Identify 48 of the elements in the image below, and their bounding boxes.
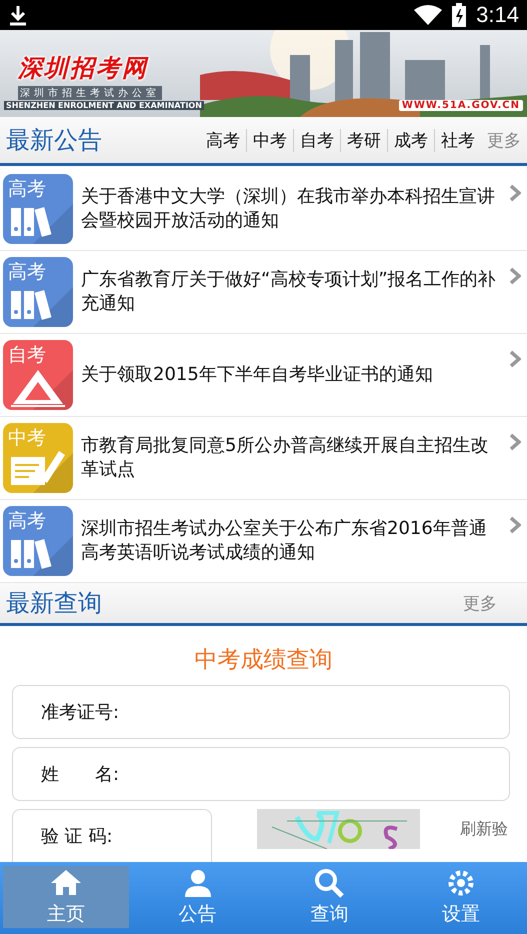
wifi-icon <box>414 4 442 26</box>
category-link[interactable]: 自考 <box>293 128 340 152</box>
refresh-captcha-link[interactable]: 刷新验 <box>460 819 508 840</box>
chevron-icon <box>509 267 521 285</box>
notice-title: 深圳市招生考试办公室关于公布广东省2016年普通高考英语听说考试成绩的通知 <box>81 517 488 565</box>
category-icon <box>3 340 73 410</box>
notice-item[interactable]: 高考 关于香港中文大学（深圳）在我市举办本科招生宣讲会暨校园开放活动的通知 <box>0 168 527 251</box>
category-label: 高考 <box>8 177 46 201</box>
form-title: 中考成绩查询 <box>194 646 334 675</box>
category-label: 自考 <box>8 343 46 367</box>
battery-icon <box>452 3 466 27</box>
category-link[interactable]: 成考 <box>387 128 434 152</box>
category-icon <box>3 174 73 244</box>
notice-title: 广东省教育厅关于做好“高校专项计划”报名工作的补充通知 <box>81 268 497 316</box>
section-title: 最新查询 <box>6 588 103 619</box>
chevron-icon <box>509 350 521 368</box>
notice-item[interactable]: 高考 深圳市招生考试办公室关于公布广东省2016年普通高考英语听说考试成绩的通知 <box>0 500 527 583</box>
chevron-icon <box>509 433 521 451</box>
site-logo: 深圳招考网 <box>18 52 148 84</box>
category-icon <box>3 423 73 493</box>
site-url: WWW.51A.GOV.CN <box>398 100 523 111</box>
category-icon <box>3 257 73 327</box>
notice-title: 关于香港中文大学（深圳）在我市举办本科招生宣讲会暨校园开放活动的通知 <box>81 185 496 233</box>
chevron-icon <box>509 184 521 202</box>
category-label: 高考 <box>8 260 46 284</box>
nav-tab[interactable]: 公告 <box>134 866 260 928</box>
notice-item[interactable]: 自考 关于领取2015年下半年自考毕业证书的通知 <box>0 334 527 417</box>
input-field[interactable]: 姓 名: <box>12 747 510 801</box>
category-link[interactable]: 高考 <box>200 128 246 152</box>
nav-tab[interactable]: 设置 <box>398 866 524 928</box>
chevron-icon <box>509 516 521 534</box>
category-icon <box>3 506 73 576</box>
category-label: 高考 <box>8 509 46 533</box>
clock-time: 3:14 <box>476 2 519 28</box>
section-title: 最新公告 <box>6 125 103 156</box>
notice-title: 市教育局批复同意5所公办普高继续开展自主招生改革试点 <box>81 434 490 482</box>
download-icon <box>8 4 28 26</box>
english-name: SHENZHEN ENROLMENT AND EXAMINATION <box>4 101 204 110</box>
nav-tab[interactable]: 查询 <box>266 866 392 928</box>
notice-item[interactable]: 中考 市教育局批复同意5所公办普高继续开展自主招生改革试点 <box>0 417 527 500</box>
category-link[interactable]: 社考 <box>434 128 481 152</box>
category-label: 中考 <box>8 426 46 450</box>
category-link[interactable]: 考研 <box>340 128 387 152</box>
notice-item[interactable]: 高考 广东省教育厅关于做好“高校专项计划”报名工作的补充通知 <box>0 251 527 334</box>
input-field[interactable]: 准考证号: <box>12 685 510 739</box>
office-name: 深圳市招生考试办公室 <box>18 86 162 100</box>
notice-title: 关于领取2015年下半年自考毕业证书的通知 <box>81 363 434 387</box>
category-link[interactable]: 中考 <box>246 128 293 152</box>
